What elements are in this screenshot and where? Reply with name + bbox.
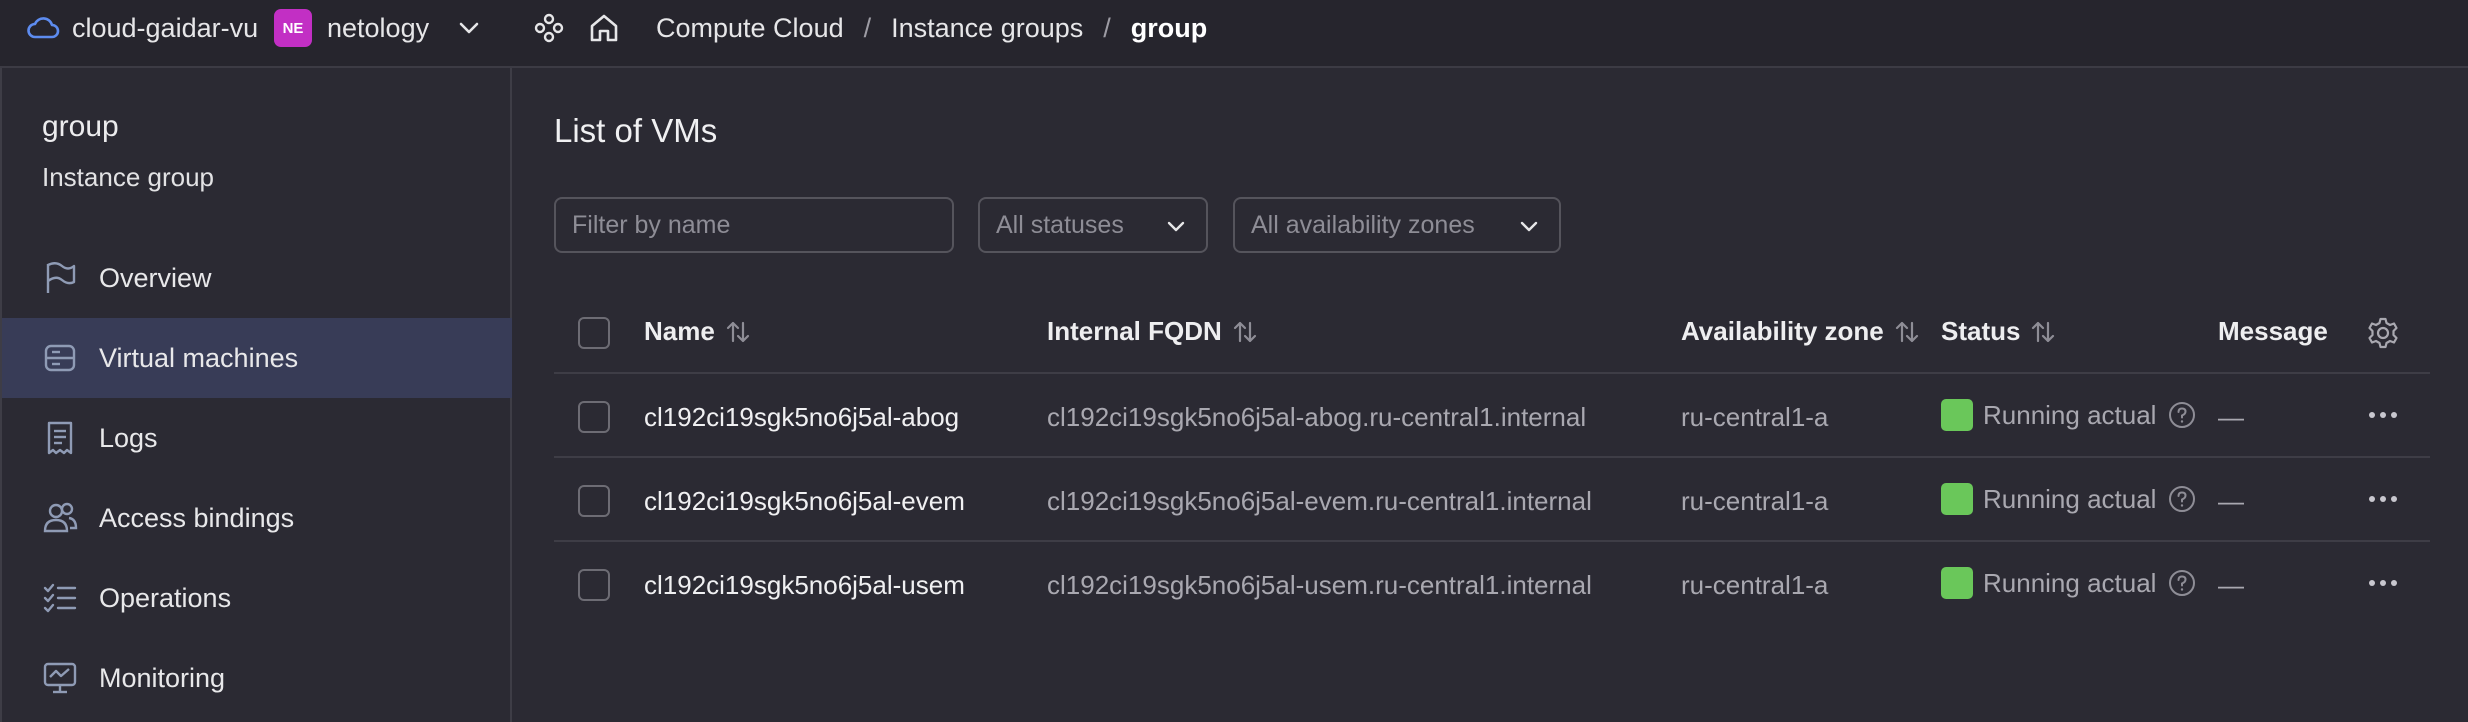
sidebar-item-label: Access bindings	[99, 502, 295, 533]
help-icon[interactable]	[2168, 401, 2196, 429]
help-icon[interactable]	[2168, 569, 2196, 597]
cloud-selector[interactable]: cloud-gaidar-vu	[26, 0, 258, 56]
filter-by-name-input[interactable]	[554, 197, 954, 253]
cloud-name: cloud-gaidar-vu	[72, 12, 259, 43]
status-text: Running actual	[1983, 399, 2157, 430]
sidebar-item-overview[interactable]: Overview	[2, 238, 512, 318]
sort-icon	[1895, 321, 1918, 342]
vm-message: —	[2218, 570, 2244, 600]
breadcrumb-separator: /	[1103, 12, 1111, 43]
cloud-icon	[27, 17, 60, 39]
more-actions-icon[interactable]	[2365, 481, 2401, 517]
vm-fqdn: cl192ci19sgk5no6j5al-evem.ru-central1.in…	[1047, 486, 1592, 516]
vm-message: —	[2218, 402, 2244, 432]
vm-fqdn: cl192ci19sgk5no6j5al-usem.ru-central1.in…	[1047, 570, 1592, 600]
sidebar-item-label: Overview	[99, 262, 212, 293]
status-badge: Running actual	[1941, 483, 2196, 515]
table-divider	[554, 372, 2430, 374]
sort-icon	[1233, 321, 1256, 342]
more-actions-icon[interactable]	[2365, 397, 2401, 433]
home-icon[interactable]	[587, 0, 621, 56]
sidebar-item-operations[interactable]: Operations	[2, 558, 512, 638]
main-content: List of VMs All statuses All availabilit…	[514, 68, 2468, 722]
services-icon[interactable]	[532, 0, 566, 56]
column-header-label: Status	[1941, 316, 2021, 346]
vm-message: —	[2218, 486, 2244, 516]
sidebar-item-label: Monitoring	[99, 662, 226, 693]
table-divider	[554, 456, 2430, 458]
breadcrumb-compute-cloud[interactable]: Compute Cloud	[656, 13, 844, 44]
status-filter-value: All statuses	[996, 210, 1124, 239]
receipt-icon	[47, 421, 73, 455]
row-checkbox[interactable]	[578, 485, 610, 517]
chevron-down-icon[interactable]	[455, 0, 483, 56]
vm-zone: ru-central1-a	[1681, 486, 1829, 516]
sidebar-item-virtual-machines[interactable]: Virtual machines	[2, 318, 512, 398]
sidebar-item-label: Virtual machines	[99, 342, 299, 373]
flag-icon	[46, 262, 76, 293]
status-badge: Running actual	[1941, 567, 2196, 599]
column-header-status[interactable]: Status	[1941, 316, 2058, 347]
table-divider	[554, 540, 2430, 542]
sort-icon	[726, 321, 749, 342]
sidebar: group Instance group Overview Virtual ma…	[0, 68, 512, 722]
sidebar-item-label: Logs	[99, 422, 158, 453]
gear-icon[interactable]	[2366, 316, 2400, 350]
column-header-label: Internal FQDN	[1047, 316, 1222, 346]
status-filter-select[interactable]: All statuses	[978, 197, 1208, 253]
breadcrumb-group: group	[1130, 12, 1208, 43]
breadcrumb-instance-groups[interactable]: Instance groups	[891, 13, 1083, 44]
sidebar-item-logs[interactable]: Logs	[2, 398, 512, 478]
status-text: Running actual	[1983, 567, 2157, 598]
sidebar-subtitle: Instance group	[42, 162, 215, 192]
vm-fqdn: cl192ci19sgk5no6j5al-abog.ru-central1.in…	[1047, 402, 1587, 432]
breadcrumb: Compute Cloud / Instance groups / group	[656, 0, 1207, 56]
org-name: netology	[327, 12, 430, 43]
sidebar-title: group	[42, 110, 119, 143]
zone-filter-value: All availability zones	[1251, 210, 1475, 239]
page-title: List of VMs	[554, 112, 718, 149]
zone-filter-select[interactable]: All availability zones	[1233, 197, 1561, 253]
sidebar-item-access-bindings[interactable]: Access bindings	[2, 478, 512, 558]
column-header-message: Message	[2218, 316, 2328, 347]
status-indicator	[1941, 567, 1973, 599]
org-badge: NE	[274, 9, 312, 47]
status-indicator	[1941, 399, 1973, 431]
select-all-checkbox[interactable]	[578, 317, 610, 349]
status-badge: Running actual	[1941, 399, 2196, 431]
sidebar-item-label: Operations	[99, 582, 232, 613]
sidebar-item-monitoring[interactable]: Monitoring	[2, 638, 512, 718]
breadcrumb-separator: /	[863, 12, 872, 43]
help-icon[interactable]	[2168, 485, 2196, 513]
column-header-name[interactable]: Name	[644, 316, 753, 347]
top-bar: cloud-gaidar-vu NE netology Compute Clou…	[0, 0, 2468, 68]
more-actions-icon[interactable]	[2365, 565, 2401, 601]
row-checkbox[interactable]	[578, 401, 610, 433]
status-text: Running actual	[1983, 483, 2157, 514]
chevron-down-icon	[1167, 221, 1185, 232]
chevron-down-icon	[1520, 221, 1538, 232]
vm-name[interactable]: cl192ci19sgk5no6j5al-abog	[644, 402, 959, 433]
org-selector[interactable]: NE netology	[274, 0, 429, 56]
column-header-label: Message	[2218, 316, 2328, 346]
column-header-label: Name	[644, 316, 715, 346]
row-checkbox[interactable]	[578, 569, 610, 601]
vm-name[interactable]: cl192ci19sgk5no6j5al-evem	[644, 486, 965, 517]
sort-icon	[2032, 321, 2055, 342]
column-header-internal-fqdn[interactable]: Internal FQDN	[1047, 316, 1260, 347]
server-icon	[44, 344, 76, 372]
vm-name[interactable]: cl192ci19sgk5no6j5al-usem	[644, 570, 965, 601]
users-icon	[43, 502, 78, 533]
vm-zone: ru-central1-a	[1681, 402, 1829, 432]
vm-zone: ru-central1-a	[1681, 570, 1829, 600]
column-header-label: Availability zone	[1681, 316, 1884, 346]
monitor-icon	[43, 662, 77, 694]
column-header-availability-zone[interactable]: Availability zone	[1681, 316, 1922, 347]
checklist-icon	[43, 583, 77, 613]
status-indicator	[1941, 483, 1973, 515]
